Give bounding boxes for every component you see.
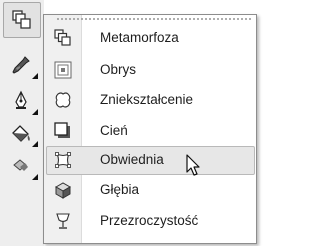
contour-icon [54, 61, 72, 79]
menu-item-metamorfoza[interactable]: Metamorfoza [44, 23, 256, 53]
mouse-pointer-icon [186, 154, 200, 176]
menu-item-label: Głębia [100, 182, 140, 197]
menu-item-cien[interactable]: Cień [44, 116, 256, 146]
eyedropper-tool-button[interactable] [3, 48, 39, 82]
flyout-arrow-icon [32, 109, 38, 115]
pen-nib-icon [15, 90, 27, 109]
effects-flyout-menu: Metamorfoza Obrys Zniekształcenie Cień O… [43, 14, 257, 244]
fill-tool-button[interactable] [3, 116, 39, 150]
toolbox [0, 0, 44, 246]
menu-item-label: Metamorfoza [100, 30, 179, 45]
transparency-icon [54, 212, 72, 230]
menu-grip [56, 17, 251, 21]
flyout-arrow-icon [32, 174, 38, 180]
distort-icon [54, 91, 72, 109]
extrude-icon [54, 181, 72, 199]
paint-bucket-icon [12, 125, 30, 142]
menu-item-zniekształcenie[interactable]: Zniekształcenie [44, 85, 256, 115]
menu-item-obrys[interactable]: Obrys [44, 55, 256, 85]
smart-fill-icon [13, 159, 28, 171]
effects-tool-icon [12, 10, 31, 29]
eyedropper-icon [12, 56, 30, 74]
outline-pen-tool-button[interactable] [3, 84, 39, 118]
menu-item-label: Zniekształcenie [100, 92, 194, 107]
menu-item-obwiednia[interactable]: Obwiednia [44, 145, 256, 175]
menu-item-label: Obwiednia [100, 152, 164, 167]
smart-fill-tool-button[interactable] [3, 149, 39, 183]
blend-icon [54, 29, 72, 47]
menu-item-label: Przezroczystość [100, 213, 199, 228]
menu-item-label: Cień [100, 123, 128, 138]
menu-item-label: Obrys [100, 62, 137, 77]
shadow-icon [54, 122, 72, 140]
flyout-arrow-icon [32, 141, 38, 147]
menu-item-glebia[interactable]: Głębia [44, 175, 256, 205]
envelope-icon [54, 151, 72, 169]
menu-item-przezroczystosc[interactable]: Przezroczystość [44, 206, 256, 236]
flyout-arrow-icon [32, 73, 38, 79]
effects-tool-button[interactable] [3, 2, 41, 38]
